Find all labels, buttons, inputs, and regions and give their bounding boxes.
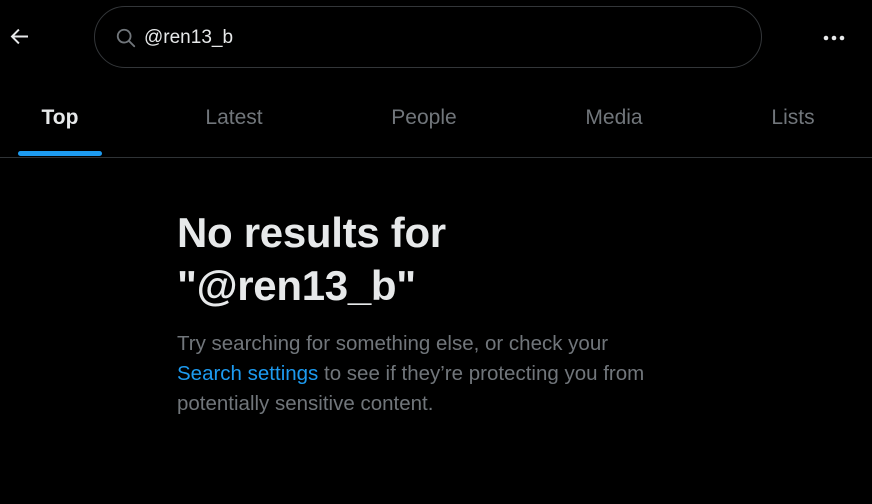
tab-lists[interactable]: Lists <box>742 78 844 157</box>
back-button[interactable] <box>2 18 38 54</box>
tab-media[interactable]: Media <box>549 78 679 157</box>
search-icon <box>116 28 136 48</box>
search-header <box>0 0 872 78</box>
tab-latest[interactable]: Latest <box>169 78 299 157</box>
search-box[interactable] <box>94 6 762 68</box>
arrow-left-icon <box>10 28 28 45</box>
search-settings-link[interactable]: Search settings <box>177 362 318 385</box>
empty-state: No results for "@ren13_b" Try searching … <box>177 206 677 419</box>
active-tab-indicator <box>18 151 102 156</box>
tab-people[interactable]: People <box>359 78 489 157</box>
tab-label: Latest <box>205 105 263 129</box>
search-input[interactable] <box>144 25 734 51</box>
tab-label: People <box>391 105 457 129</box>
search-tabs: Top Latest People Media Lists <box>0 78 872 158</box>
more-horizontal-icon <box>823 35 845 41</box>
empty-state-description-start: Try searching for something else, or che… <box>177 332 609 355</box>
tab-label: Top <box>41 105 79 129</box>
tab-top[interactable]: Top <box>0 78 120 157</box>
empty-state-title-line1: No results for <box>177 209 446 256</box>
empty-state-description: Try searching for something else, or che… <box>177 329 677 419</box>
more-options-button[interactable] <box>814 20 854 56</box>
tab-label: Lists <box>771 105 815 129</box>
empty-state-title: No results for "@ren13_b" <box>177 206 677 312</box>
empty-state-title-query: "@ren13_b" <box>177 262 416 309</box>
tab-label: Media <box>585 105 643 129</box>
